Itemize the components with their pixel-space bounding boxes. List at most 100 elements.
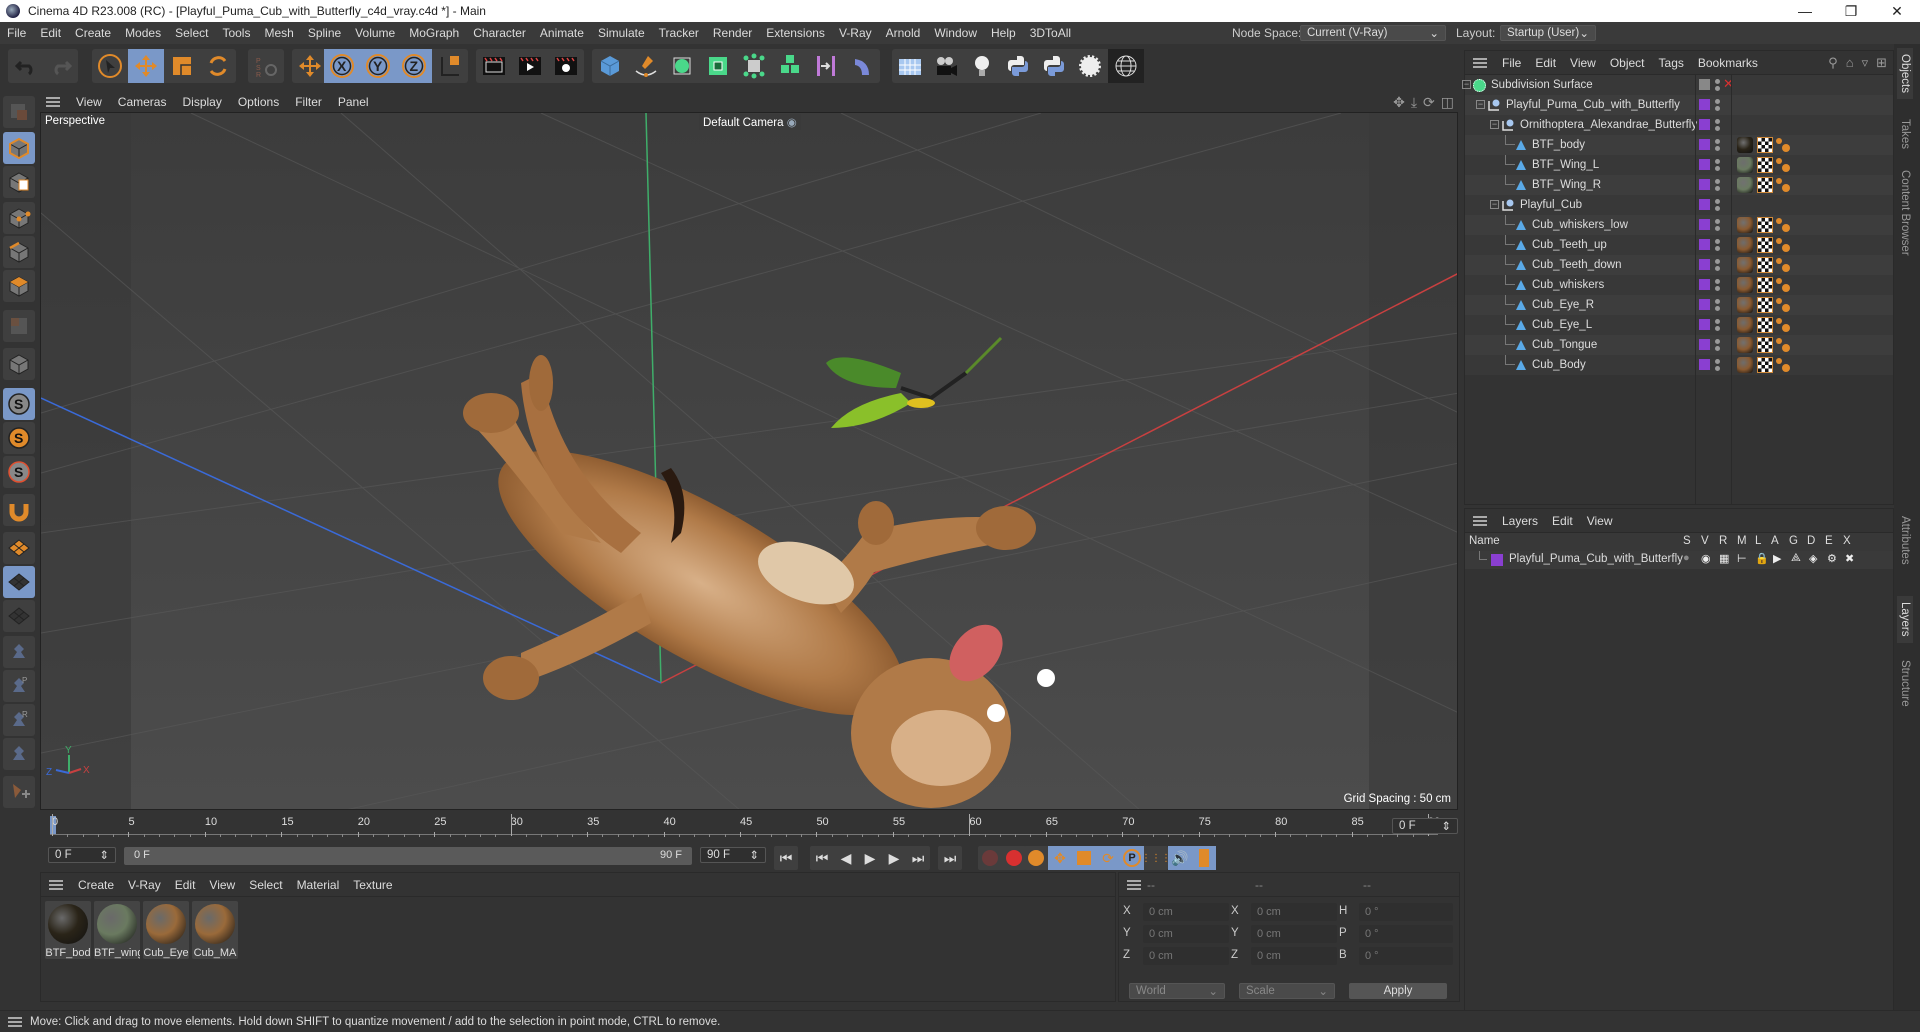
material-tag-icon[interactable] bbox=[1737, 177, 1753, 193]
uvw-tag-icon[interactable] bbox=[1757, 297, 1773, 313]
3d-viewport[interactable]: Perspective Default Camera ◉ Grid Spacin… bbox=[40, 112, 1458, 810]
coordinates-menu-icon[interactable] bbox=[1127, 879, 1141, 890]
side-tab-structure[interactable]: Structure bbox=[1897, 654, 1913, 713]
coord-input[interactable]: 0 ° bbox=[1359, 903, 1453, 921]
previous-key-button[interactable]: ⏮ bbox=[810, 846, 834, 870]
material-menu-texture[interactable]: Texture bbox=[346, 878, 399, 892]
menu-character[interactable]: Character bbox=[466, 26, 533, 40]
object-row[interactable]: − Ornithoptera_Alexandrae_Butterfly bbox=[1465, 115, 1893, 135]
objects-menu-icon[interactable] bbox=[1473, 57, 1487, 68]
viewport-menu-cameras[interactable]: Cameras bbox=[110, 95, 175, 109]
objects-menu-object[interactable]: Object bbox=[1603, 56, 1652, 70]
menu-mograph[interactable]: MoGraph bbox=[402, 26, 466, 40]
viewport-menu-panel[interactable]: Panel bbox=[330, 95, 377, 109]
layer-column-d[interactable]: D bbox=[1807, 535, 1815, 547]
visible-icon[interactable]: ◉ bbox=[1701, 552, 1711, 565]
layer-color-swatch[interactable] bbox=[1699, 359, 1710, 370]
live-selection-button[interactable] bbox=[92, 49, 128, 83]
layer-column-s[interactable]: S bbox=[1683, 535, 1691, 547]
visibility-dots[interactable] bbox=[1715, 178, 1720, 192]
object-row[interactable]: Cub_Eye_R bbox=[1465, 295, 1893, 315]
gear-shape-button[interactable] bbox=[1072, 49, 1108, 83]
layer-color-swatch[interactable] bbox=[1699, 219, 1710, 230]
status-menu-icon[interactable] bbox=[8, 1016, 22, 1027]
material-tag-icon[interactable] bbox=[1737, 277, 1753, 293]
menu-animate[interactable]: Animate bbox=[533, 26, 591, 40]
menu-create[interactable]: Create bbox=[68, 26, 118, 40]
coord-input[interactable]: 0 cm bbox=[1143, 903, 1229, 921]
side-tab-attributes[interactable]: Attributes bbox=[1897, 510, 1913, 571]
edges-mode-button[interactable] bbox=[3, 236, 35, 268]
disabled-x-icon[interactable]: ✕ bbox=[1723, 76, 1734, 92]
collapse-icon[interactable]: − bbox=[1462, 80, 1471, 89]
menu-mesh[interactable]: Mesh bbox=[257, 26, 300, 40]
current-frame-field[interactable]: 0 F ⇕ bbox=[1392, 818, 1458, 834]
coord-input[interactable]: 0 ° bbox=[1359, 925, 1453, 943]
uvw-tag-icon[interactable] bbox=[1757, 157, 1773, 173]
minimize-button[interactable]: — bbox=[1782, 0, 1828, 22]
phong-tag-icon[interactable] bbox=[1775, 257, 1791, 273]
layer-color-swatch[interactable] bbox=[1699, 279, 1710, 290]
menu-spline[interactable]: Spline bbox=[301, 26, 348, 40]
side-tab-layers[interactable]: Layers bbox=[1897, 596, 1913, 643]
menu-3dtoall[interactable]: 3DToAll bbox=[1023, 26, 1078, 40]
y-axis-button[interactable]: Y bbox=[360, 49, 396, 83]
layer-column-a[interactable]: A bbox=[1771, 535, 1779, 547]
menu-simulate[interactable]: Simulate bbox=[591, 26, 652, 40]
layer-color-swatch[interactable] bbox=[1699, 319, 1710, 330]
viewport-menu-options[interactable]: Options bbox=[230, 95, 287, 109]
restore-button[interactable]: ❐ bbox=[1828, 0, 1874, 22]
side-tab-content-browser[interactable]: Content Browser bbox=[1897, 164, 1913, 262]
visibility-dots[interactable] bbox=[1715, 218, 1720, 232]
phong-tag-icon[interactable] bbox=[1775, 217, 1791, 233]
material-swatch[interactable]: Cub_MA bbox=[192, 901, 238, 959]
pan-icon[interactable]: ✥ bbox=[1393, 94, 1405, 111]
visibility-dots[interactable] bbox=[1715, 338, 1720, 352]
layers-menu-view[interactable]: View bbox=[1580, 514, 1620, 528]
material-menu-v-ray[interactable]: V-Ray bbox=[121, 878, 168, 892]
edit-check-icon[interactable] bbox=[1699, 79, 1710, 90]
redo-button[interactable] bbox=[43, 49, 78, 83]
material-tag-icon[interactable] bbox=[1737, 217, 1753, 233]
layer-column-l[interactable]: L bbox=[1755, 535, 1761, 547]
layer-color-swatch[interactable] bbox=[1699, 119, 1710, 130]
range-slider[interactable]: 0 F 90 F bbox=[124, 847, 692, 865]
array-button[interactable] bbox=[772, 49, 808, 83]
timeline-ruler[interactable]: 051015202530354045505560657075808590 0 F… bbox=[40, 812, 1460, 842]
pin-p-button[interactable]: P bbox=[3, 670, 35, 702]
collapse-icon[interactable]: − bbox=[1490, 200, 1499, 209]
visibility-dots[interactable] bbox=[1715, 98, 1720, 112]
record-keyframe-button[interactable] bbox=[978, 846, 1002, 870]
viewport-menu-display[interactable]: Display bbox=[174, 95, 229, 109]
object-row[interactable]: Cub_Tongue bbox=[1465, 335, 1893, 355]
magnet-button[interactable] bbox=[3, 494, 35, 526]
layers-menu-icon[interactable] bbox=[1473, 515, 1487, 526]
object-row[interactable]: Cub_Teeth_up bbox=[1465, 235, 1893, 255]
object-row[interactable]: Cub_Teeth_down bbox=[1465, 255, 1893, 275]
python-button[interactable] bbox=[1000, 49, 1036, 83]
new-window-icon[interactable]: ⊞ bbox=[1876, 55, 1887, 71]
visibility-dots[interactable] bbox=[1715, 118, 1720, 132]
visibility-dots[interactable] bbox=[1715, 278, 1720, 292]
collapse-icon[interactable]: − bbox=[1490, 120, 1499, 129]
maximize-icon[interactable]: ◫ bbox=[1441, 94, 1454, 111]
move-axis-button[interactable] bbox=[292, 49, 328, 83]
polygons-mode-button[interactable] bbox=[3, 270, 35, 302]
phong-tag-icon[interactable] bbox=[1775, 177, 1791, 193]
key-pla-button[interactable]: ⋮⋮⋮ bbox=[1141, 846, 1171, 870]
visibility-dots[interactable] bbox=[1715, 158, 1720, 172]
autokey-button[interactable] bbox=[1002, 846, 1026, 870]
render-view-button[interactable] bbox=[476, 49, 512, 83]
phong-tag-icon[interactable] bbox=[1775, 357, 1791, 373]
pin-target-button[interactable] bbox=[3, 738, 35, 770]
phong-tag-icon[interactable] bbox=[1775, 157, 1791, 173]
snap-toggle-button[interactable]: S bbox=[3, 456, 35, 488]
go-to-end-button[interactable]: ⏭ bbox=[938, 846, 962, 870]
material-menu-material[interactable]: Material bbox=[290, 878, 347, 892]
layer-color-swatch[interactable] bbox=[1699, 99, 1710, 110]
solo-icon[interactable]: ● bbox=[1683, 552, 1690, 564]
layers-menu-edit[interactable]: Edit bbox=[1545, 514, 1580, 528]
rotate-button[interactable] bbox=[200, 49, 236, 83]
layer-column-v[interactable]: V bbox=[1701, 535, 1709, 547]
uvw-tag-icon[interactable] bbox=[1757, 177, 1773, 193]
